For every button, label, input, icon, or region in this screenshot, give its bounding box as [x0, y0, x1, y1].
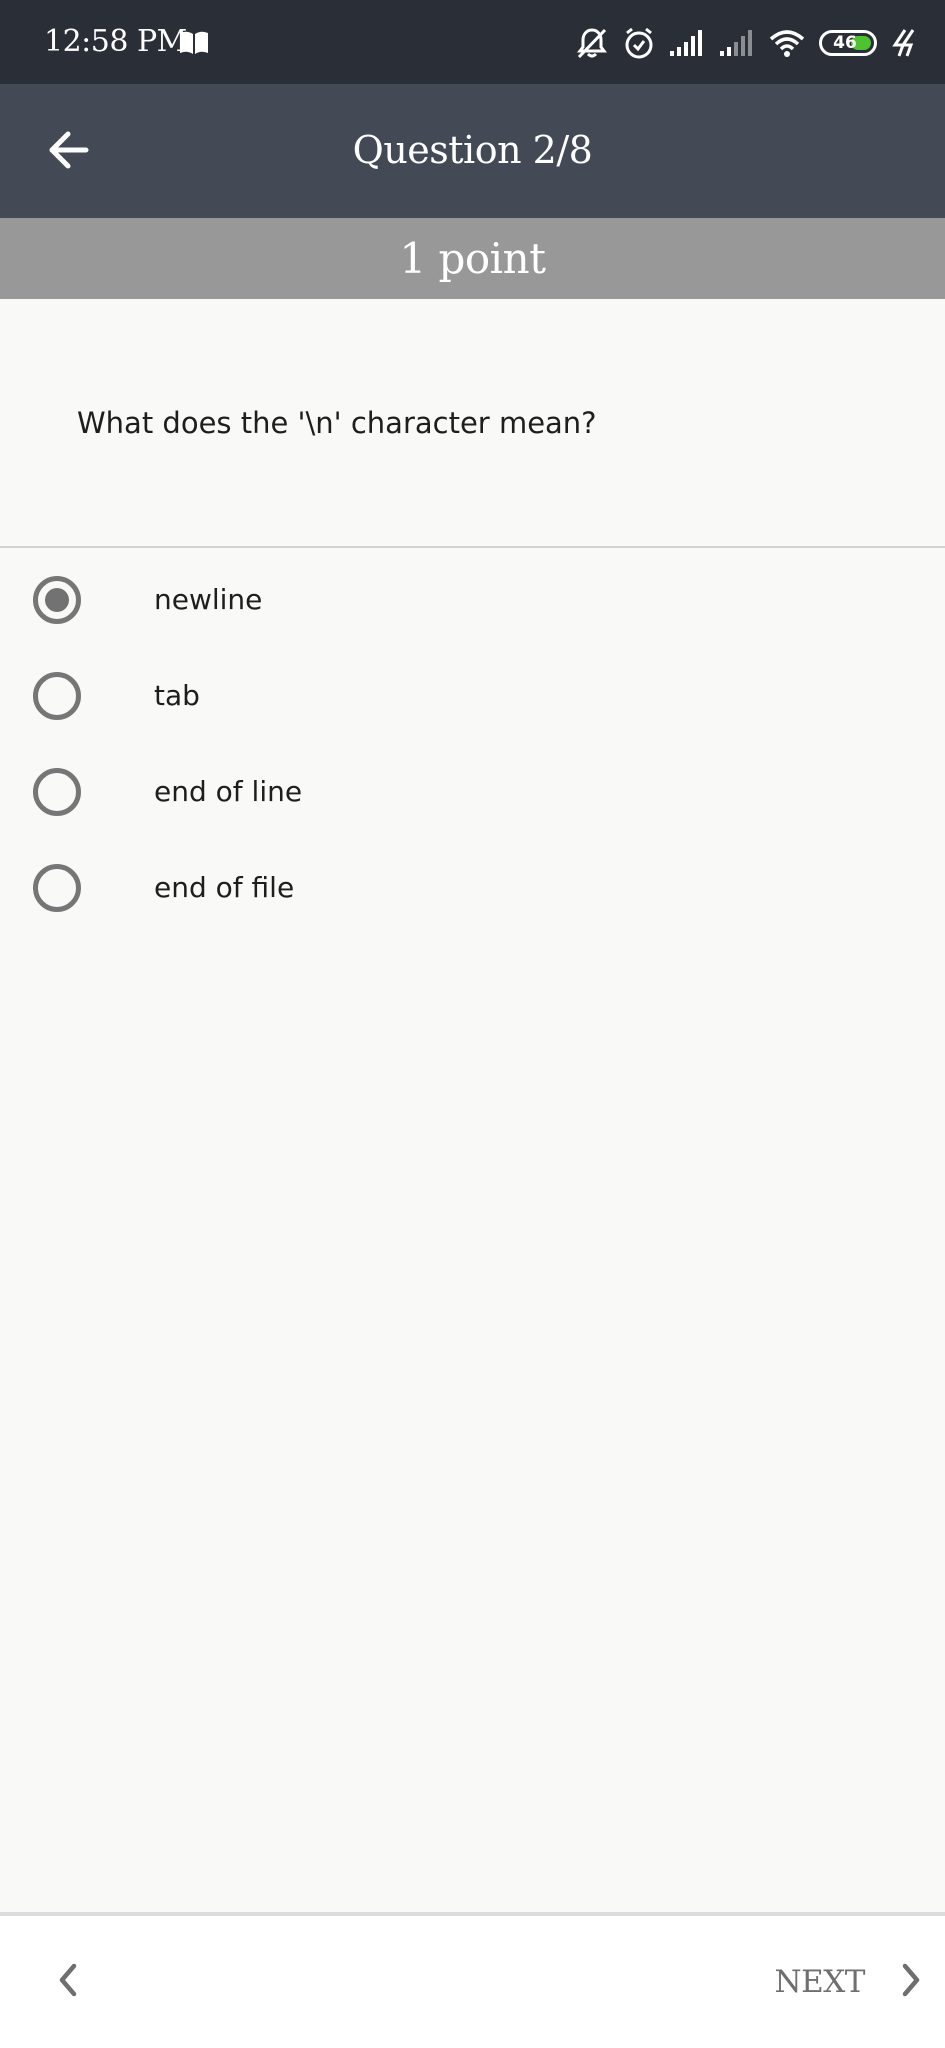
question-area: What does the '\n' character mean?	[0, 299, 945, 548]
points-banner: 1 point	[0, 218, 945, 299]
chevron-right-icon	[899, 1962, 923, 2002]
signal-icon	[669, 29, 705, 57]
charging-icon	[891, 28, 917, 58]
status-bar: 12:58 PM 46	[0, 0, 945, 84]
next-button[interactable]: NEXT	[774, 1952, 923, 2012]
radio-button[interactable]	[33, 768, 81, 816]
battery-icon: 46	[819, 30, 877, 56]
status-icons: 46	[575, 22, 917, 64]
question-text: What does the '\n' character mean?	[77, 406, 597, 440]
answer-option-end-of-line[interactable]: end of line	[0, 744, 945, 840]
page-title: Question 2/8	[352, 128, 593, 172]
wifi-icon	[769, 29, 805, 57]
answer-option-label: newline	[154, 583, 263, 616]
muted-bell-icon	[575, 26, 609, 60]
alarm-icon	[623, 26, 655, 60]
radio-button[interactable]	[33, 864, 81, 912]
previous-button[interactable]	[38, 1952, 98, 2012]
answer-options: newline tab end of line end of file	[0, 552, 945, 936]
answer-option-end-of-file[interactable]: end of file	[0, 840, 945, 936]
answer-option-newline[interactable]: newline	[0, 552, 945, 648]
app-bar: Question 2/8	[0, 84, 945, 218]
next-label: NEXT	[774, 1964, 865, 2000]
answer-option-label: end of line	[154, 775, 303, 808]
answer-option-label: tab	[154, 679, 200, 712]
signal-weak-icon	[719, 29, 755, 57]
battery-level: 46	[833, 33, 857, 53]
chevron-left-icon	[56, 1962, 80, 2002]
bottom-navigation: NEXT	[0, 1912, 945, 2048]
answer-option-tab[interactable]: tab	[0, 648, 945, 744]
radio-button[interactable]	[33, 672, 81, 720]
status-time: 12:58 PM	[44, 24, 187, 59]
answer-option-label: end of file	[154, 871, 295, 904]
book-icon	[178, 30, 210, 60]
radio-button-checked[interactable]	[33, 576, 81, 624]
